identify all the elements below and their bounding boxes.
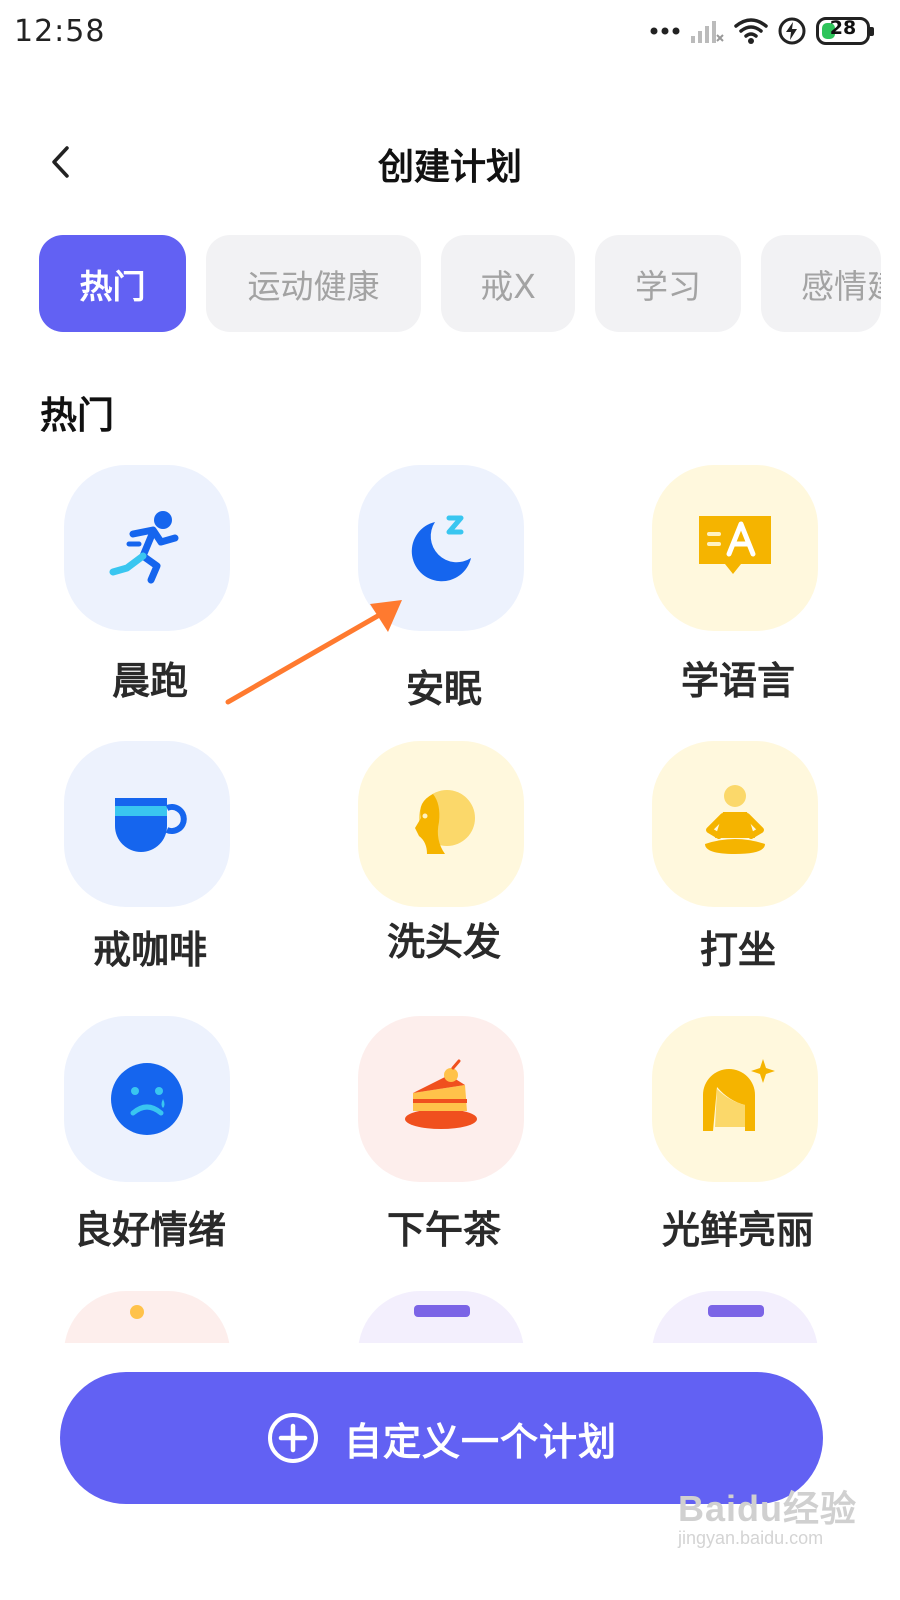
- tab-sports-health[interactable]: 运动健康: [206, 235, 421, 332]
- annotation-arrow: [225, 600, 402, 705]
- status-time: 12:58: [14, 14, 106, 49]
- plan-icon-bg: [64, 741, 230, 907]
- partial-icon: [652, 1291, 818, 1343]
- plan-icon-bg: [64, 465, 230, 631]
- header: 创建计划: [0, 120, 900, 204]
- battery-icon: 28: [816, 17, 874, 45]
- watermark: Baidu经验 jingyan.baidu.com: [672, 1470, 872, 1560]
- tab-hot[interactable]: 热门: [39, 235, 186, 332]
- partial-icon: [64, 1291, 230, 1343]
- page-title: 创建计划: [377, 147, 522, 188]
- coffee-cup-icon: [115, 798, 187, 852]
- partial-icon-shape: [414, 1305, 470, 1317]
- plan-icon-bg: [358, 741, 524, 907]
- plan-icon-bg: [652, 1016, 818, 1182]
- plan-label: 打坐: [699, 928, 776, 972]
- running-icon: [109, 511, 179, 584]
- meditation-icon: [705, 785, 765, 854]
- plan-label: 光鲜亮丽: [661, 1208, 814, 1252]
- battery-cap: [870, 27, 874, 36]
- moon-sleep-icon: [411, 515, 471, 582]
- partial-icon-shape: [130, 1305, 144, 1319]
- section-title: 热门: [40, 394, 114, 437]
- tab-relationship[interactable]: 感情建: [761, 235, 881, 332]
- tab-study[interactable]: 学习: [595, 235, 741, 332]
- sad-face-icon: [111, 1063, 183, 1135]
- custom-plan-label: 自定义一个计划: [343, 1419, 617, 1464]
- watermark-sub: jingyan.baidu.com: [678, 1528, 824, 1548]
- category-tabs: 热门 运动健康 戒X 学习 感情建: [39, 235, 881, 332]
- plan-icon-bg: [652, 741, 818, 907]
- plan-item-wash-hair[interactable]: 洗头发: [294, 741, 594, 991]
- plan-label: 下午茶: [386, 1208, 501, 1252]
- plus-circle-icon: [267, 1413, 318, 1463]
- partial-icon: [358, 1291, 524, 1343]
- plan-item-look-good[interactable]: 光鲜亮丽: [588, 1016, 888, 1266]
- plan-grid: 晨跑 安眠 学语言 戒咖啡 洗头发 打坐 良好情绪 下午茶 光鲜亮丽: [0, 465, 900, 1343]
- plan-label: 洗头发: [386, 920, 501, 964]
- plan-label: 戒咖啡: [92, 928, 207, 972]
- plan-item-afternoon-tea[interactable]: 下午茶: [294, 1016, 594, 1266]
- plan-icon-bg: [358, 1016, 524, 1182]
- status-icons: 28: [650, 14, 874, 48]
- plan-label: 学语言: [680, 659, 795, 703]
- plan-item-learn-language[interactable]: 学语言: [588, 465, 888, 715]
- plan-label: 良好情绪: [73, 1208, 226, 1252]
- plan-item-good-mood[interactable]: 良好情绪: [0, 1016, 300, 1266]
- plan-icon-bg: [652, 465, 818, 631]
- dots-icon: [650, 27, 680, 35]
- charging-icon: [778, 17, 806, 45]
- watermark-main: Baidu经验: [678, 1488, 858, 1529]
- wifi-icon: [734, 18, 768, 44]
- partial-icon-shape: [708, 1305, 764, 1317]
- battery-level: 28: [829, 17, 857, 39]
- language-bubble-icon: [699, 516, 771, 574]
- sparkle-hair-icon: [703, 1059, 775, 1131]
- plan-item-partial[interactable]: [588, 1291, 888, 1343]
- plan-item-quit-coffee[interactable]: 戒咖啡: [0, 741, 300, 991]
- tab-quit-x[interactable]: 戒X: [441, 235, 575, 332]
- signal-off-icon: [691, 21, 724, 43]
- status-bar: 12:58 28: [0, 0, 900, 64]
- plan-item-meditate[interactable]: 打坐: [588, 741, 888, 991]
- plan-item-partial[interactable]: [294, 1291, 594, 1343]
- plan-item-partial[interactable]: [0, 1291, 300, 1343]
- cake-icon: [405, 1059, 477, 1129]
- plan-icon-bg: [64, 1016, 230, 1182]
- head-hair-icon: [415, 790, 475, 854]
